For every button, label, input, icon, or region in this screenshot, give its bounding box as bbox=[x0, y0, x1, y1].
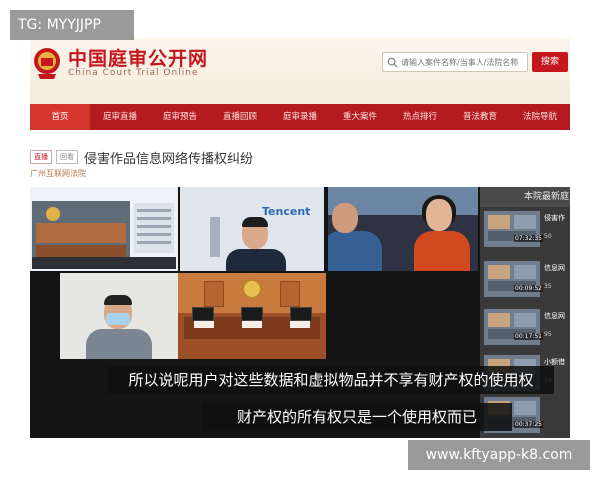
nav-item-court-guide[interactable]: 法院导航 bbox=[510, 104, 570, 130]
person-head bbox=[332, 203, 358, 233]
case-header: 直播 回看 侵害作品信息网络传播权纠纷 bbox=[30, 148, 254, 167]
view-count: 95 bbox=[544, 331, 552, 338]
sidebar-video-item[interactable]: 00:17:51 信息网 95 bbox=[484, 307, 570, 347]
nav-item-home[interactable]: 首页 bbox=[30, 104, 90, 130]
replay-badge: 回看 bbox=[56, 150, 78, 164]
person-body bbox=[226, 249, 286, 271]
name-plate bbox=[242, 321, 262, 328]
site-subtitle: China Court Trial Online bbox=[68, 68, 199, 78]
video-duration: 00:37:25 bbox=[514, 421, 543, 428]
search-icon bbox=[387, 57, 398, 68]
video-title: 信息网 bbox=[544, 264, 565, 272]
court-emblem-icon[interactable] bbox=[32, 46, 62, 80]
sidebar-video-item[interactable]: 00:09:52 信息网 35 bbox=[484, 259, 570, 299]
site-title[interactable]: 中国庭审公开网 bbox=[68, 44, 208, 71]
monitor bbox=[290, 307, 312, 321]
court-name[interactable]: 广州互联网法院 bbox=[30, 168, 86, 179]
live-badge: 直播 bbox=[30, 150, 52, 164]
nav-item-preview[interactable]: 庭审预告 bbox=[150, 104, 210, 130]
person-body bbox=[328, 231, 382, 271]
subtitle-line-1: 所以说呢用户对这些数据和虚拟物品并不享有财产权的使用权 bbox=[108, 366, 554, 394]
monitor bbox=[192, 307, 214, 321]
thumbnail-strip bbox=[32, 257, 176, 269]
nav-item-live[interactable]: 庭审直播 bbox=[90, 104, 150, 130]
video-tile-screen-share bbox=[30, 187, 178, 271]
video-duration: 00:17:51 bbox=[514, 333, 543, 340]
person-body bbox=[414, 231, 470, 271]
main-nav: 首页 庭审直播 庭审预告 直播回顾 庭审录播 重大案件 热点排行 普法教育 法院… bbox=[30, 104, 570, 130]
video-tile-masked-participant bbox=[60, 273, 178, 359]
name-plate bbox=[290, 321, 310, 328]
screenshot-frame: TG: MYYJJPP 中国庭审公开网 China Court Trial On… bbox=[0, 0, 600, 480]
view-count: 35 bbox=[544, 283, 552, 290]
nav-item-ranking[interactable]: 热点排行 bbox=[390, 104, 450, 130]
view-count: 50 bbox=[544, 233, 552, 240]
search-box[interactable] bbox=[382, 52, 528, 72]
case-title: 侵害作品信息网络传播权纠纷 bbox=[84, 151, 254, 167]
nav-item-major-cases[interactable]: 重大案件 bbox=[330, 104, 390, 130]
video-tile-presenter: Tencent bbox=[180, 187, 324, 271]
video-title: 信息网 bbox=[544, 312, 565, 320]
court-emblem-icon bbox=[242, 279, 262, 299]
watermark-bottom: www.kftyapp-k8.com bbox=[408, 440, 590, 470]
video-duration: 07:32:35 bbox=[514, 235, 543, 242]
video-tile-two-participants bbox=[328, 187, 478, 271]
sidebar-title: 本院最新庭 bbox=[480, 187, 570, 207]
video-tile-courtroom bbox=[178, 273, 326, 359]
monitor bbox=[241, 307, 263, 321]
video-duration: 00:09:52 bbox=[514, 285, 543, 292]
search-button[interactable]: 搜索 bbox=[532, 52, 568, 72]
nav-item-replay[interactable]: 直播回顾 bbox=[210, 104, 270, 130]
shared-screen-panel bbox=[134, 203, 174, 253]
site-header: 中国庭审公开网 China Court Trial Online 搜索 bbox=[30, 38, 570, 104]
search-input[interactable] bbox=[401, 55, 525, 69]
face-mask bbox=[106, 313, 130, 325]
sidebar-video-item[interactable]: 07:32:35 侵害作 50 bbox=[484, 209, 570, 249]
person-head bbox=[426, 199, 452, 231]
nav-item-legal-education[interactable]: 普法教育 bbox=[450, 104, 510, 130]
latest-trials-sidebar: 本院最新庭 07:32:35 侵害作 50 00:09:52 信息网 35 00… bbox=[480, 187, 570, 438]
video-title: 侵害作 bbox=[544, 214, 565, 222]
nav-item-recorded[interactable]: 庭审录播 bbox=[270, 104, 330, 130]
emblem-shape bbox=[46, 207, 60, 221]
name-plate bbox=[194, 321, 214, 328]
video-player[interactable]: Tencent 本院最新庭 07:32:35 侵害作 50 00:09:52 信… bbox=[30, 187, 570, 438]
subtitle-line-2: 财产权的所有权只是一个使用权而已 bbox=[202, 403, 512, 431]
person-body bbox=[86, 329, 152, 359]
presenter-brand: Tencent bbox=[262, 205, 311, 218]
watermark-top: TG: MYYJJPP bbox=[10, 10, 134, 40]
